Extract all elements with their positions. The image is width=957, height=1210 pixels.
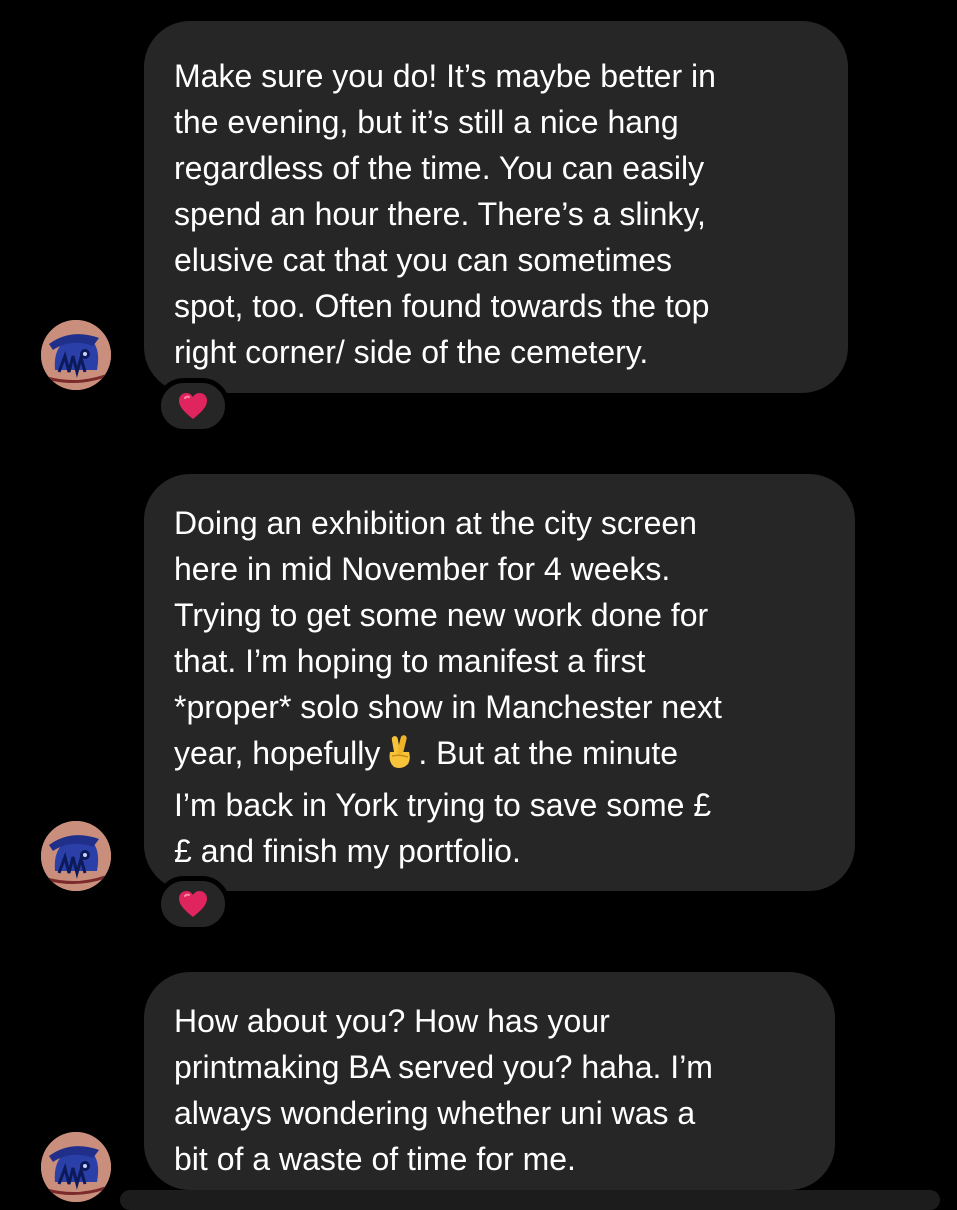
- message-text: year, hopefully: [174, 735, 381, 771]
- message-line: Doing an exhibition at the city screen: [174, 505, 697, 541]
- message-line: always wondering whether uni was a: [174, 1095, 696, 1131]
- message-line: regardless of the time. You can easily: [174, 150, 705, 186]
- reaction-badge[interactable]: [156, 876, 230, 932]
- message-line: spend an hour there. There’s a slinky,: [174, 196, 706, 232]
- message-line: printmaking BA served you? haha. I’m: [174, 1049, 713, 1085]
- message-line: here in mid November for 4 weeks.: [174, 551, 671, 587]
- message-line: Trying to get some new work done for: [174, 597, 709, 633]
- sender-avatar[interactable]: [41, 1132, 111, 1202]
- message-bubble[interactable]: Make sure you do! It’s maybe better in t…: [144, 21, 848, 393]
- message-line: *proper* solo show in Manchester next: [174, 689, 722, 725]
- message-line: spot, too. Often found towards the top: [174, 288, 710, 324]
- message-line: I’m back in York trying to save some £: [174, 787, 712, 823]
- message-line: the evening, but it’s still a nice hang: [174, 104, 679, 140]
- sender-avatar[interactable]: [41, 320, 111, 390]
- message-line: elusive cat that you can sometimes: [174, 242, 673, 278]
- message-thread: Make sure you do! It’s maybe better in t…: [0, 0, 957, 1210]
- message-text: . But at the minute: [418, 735, 679, 771]
- message-line: How about you? How has your: [174, 1003, 610, 1039]
- message-bubble[interactable]: How about you? How has your printmaking …: [144, 972, 835, 1190]
- message-line: right corner/ side of the cemetery.: [174, 334, 649, 370]
- next-message-edge: [120, 1190, 940, 1210]
- reaction-badge[interactable]: [156, 378, 230, 434]
- message-bubble[interactable]: Doing an exhibition at the city screen h…: [144, 474, 855, 891]
- crossed-fingers-icon: [384, 732, 414, 782]
- message-line: £ and finish my portfolio.: [174, 833, 521, 869]
- sender-avatar[interactable]: [41, 821, 111, 891]
- message-line: that. I’m hoping to manifest a first: [174, 643, 646, 679]
- heart-icon: [179, 891, 207, 917]
- message-line: Make sure you do! It’s maybe better in: [174, 58, 716, 94]
- message-line: year, hopefully . But at the minute: [174, 730, 827, 782]
- heart-icon: [179, 393, 207, 419]
- message-line: bit of a waste of time for me.: [174, 1141, 576, 1177]
